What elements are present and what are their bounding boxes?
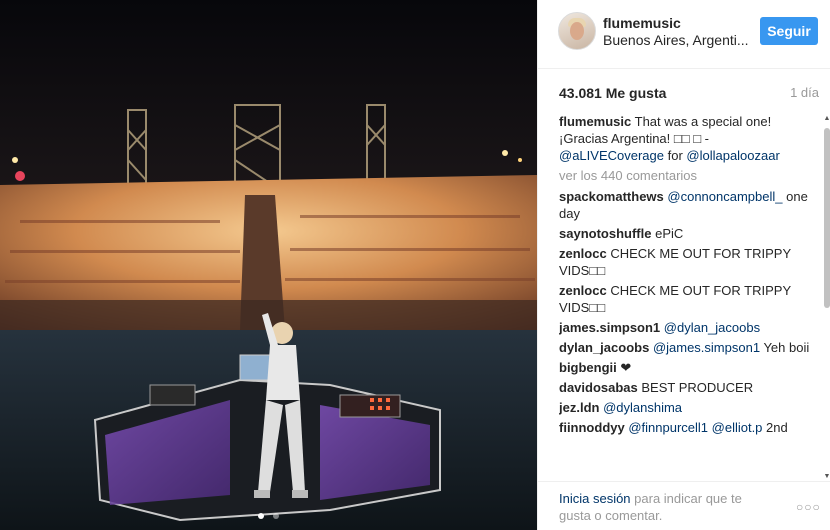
comment-text: Yeh boii	[763, 340, 810, 355]
comment-item: fiinnoddyy @finnpurcell1 @elliot.p 2nd	[559, 419, 813, 436]
comment-item: davidosabas BEST PRODUCER	[559, 379, 813, 396]
caption: flumemusic That was a special one! ¡Grac…	[559, 113, 813, 164]
comment-item: zenlocc CHECK ME OUT FOR TRIPPY VIDS□□	[559, 245, 813, 279]
follow-button[interactable]: Seguir	[760, 17, 818, 45]
comment-item: zenlocc CHECK ME OUT FOR TRIPPY VIDS□□	[559, 282, 813, 316]
comment-text: 2nd	[766, 420, 788, 435]
comment-mention[interactable]: @dylanshima	[603, 400, 682, 415]
comment-item: saynotoshuffle ePiC	[559, 225, 813, 242]
comment-mention[interactable]: @finnpurcell1 @elliot.p	[628, 420, 762, 435]
comment-username[interactable]: dylan_jacoobs	[559, 340, 649, 355]
carousel-dots[interactable]	[0, 506, 537, 524]
comment-username[interactable]: jez.ldn	[559, 400, 599, 415]
caption-username[interactable]: flumemusic	[559, 114, 631, 129]
more-options-icon[interactable]: ○○○	[796, 500, 820, 514]
avatar[interactable]	[558, 12, 596, 50]
avatar-face	[570, 22, 584, 40]
caption-mention-1[interactable]: @aLIVECoverage	[559, 148, 664, 163]
login-link[interactable]: Inicia sesión	[559, 491, 631, 506]
comments-scrollbar[interactable]: ▲ ▼	[823, 113, 830, 483]
location-link[interactable]: Buenos Aires, Argenti...	[603, 32, 749, 48]
comment-username[interactable]: saynotoshuffle	[559, 226, 651, 241]
comment-item: james.simpson1 @dylan_jacoobs	[559, 319, 813, 336]
post-header: flumemusic Buenos Aires, Argenti... Segu…	[538, 0, 830, 69]
comment-username[interactable]: zenlocc	[559, 283, 607, 298]
comment-username[interactable]: davidosabas	[559, 380, 638, 395]
like-count[interactable]: 43.081 Me gusta	[559, 85, 666, 101]
post-photo[interactable]	[0, 0, 537, 530]
username-link[interactable]: flumemusic	[603, 15, 681, 31]
comment-item: dylan_jacoobs @james.simpson1 Yeh boii	[559, 339, 813, 356]
scroll-up-arrow-icon[interactable]: ▲	[823, 115, 830, 123]
comment-username[interactable]: bigbengii	[559, 360, 617, 375]
carousel-dot-1[interactable]	[258, 513, 265, 519]
comment-username[interactable]: zenlocc	[559, 246, 607, 261]
comment-username[interactable]: james.simpson1	[559, 320, 660, 335]
carousel-dot-2[interactable]	[272, 513, 279, 519]
comment-username[interactable]: spackomatthews	[559, 189, 664, 204]
comment-item: bigbengii ❤	[559, 359, 813, 376]
scroll-thumb[interactable]	[824, 128, 830, 308]
caption-text-3: for	[663, 148, 687, 163]
concert-photo-image	[0, 0, 537, 530]
view-more-comments-link[interactable]: ver los 440 comentarios	[559, 167, 813, 184]
caption-mention-2[interactable]: @lollapaloozaar	[686, 148, 779, 163]
post-footer: Inicia sesión para indicar que te gusta …	[538, 481, 830, 530]
caption-text-2: □ -	[693, 131, 710, 146]
comment-item: jez.ldn @dylanshima	[559, 399, 813, 416]
comment-mention[interactable]: @dylan_jacoobs	[664, 320, 760, 335]
post-stats: 43.081 Me gusta 1 día	[559, 85, 819, 103]
comment-mention[interactable]: @james.simpson1	[653, 340, 760, 355]
comment-text: ePiC	[655, 226, 684, 241]
heart-emoji: ❤	[620, 360, 632, 375]
post-details-panel: flumemusic Buenos Aires, Argenti... Segu…	[537, 0, 830, 530]
login-prompt: Inicia sesión para indicar que te gusta …	[559, 490, 774, 524]
comment-username[interactable]: fiinnoddyy	[559, 420, 625, 435]
comments-list: flumemusic That was a special one! ¡Grac…	[559, 113, 813, 483]
scroll-down-arrow-icon[interactable]: ▼	[823, 473, 830, 481]
comment-item: spackomatthews @connoncampbell_ one day	[559, 188, 813, 222]
post-time[interactable]: 1 día	[790, 85, 819, 100]
comment-text: BEST PRODUCER	[641, 380, 754, 395]
comment-mention[interactable]: @connoncampbell_	[667, 189, 782, 204]
